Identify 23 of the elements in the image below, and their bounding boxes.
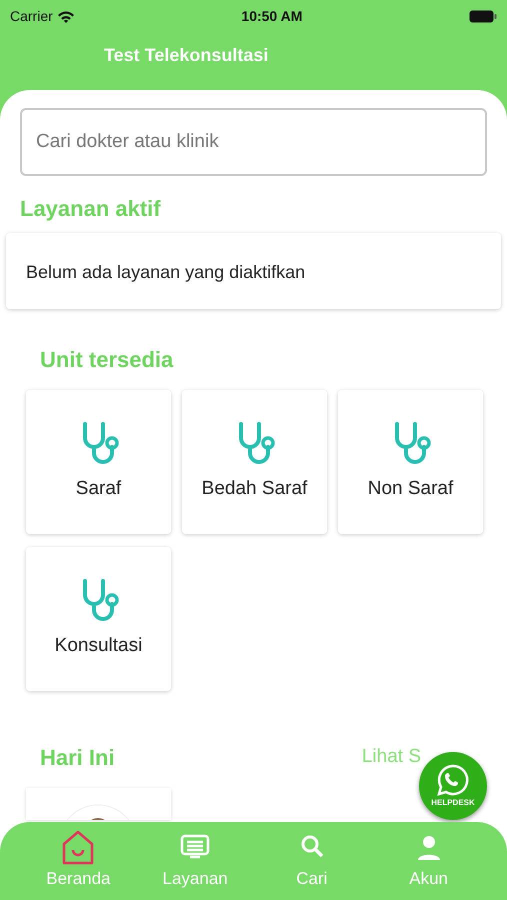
helpdesk-button[interactable]: HELPDESK <box>419 752 487 820</box>
section-title: Layanan aktif <box>20 195 162 223</box>
carrier-label: Carrier <box>10 6 53 26</box>
search-field[interactable]: Cari dokter atau klinik <box>20 108 487 176</box>
unit-card[interactable]: Non Saraf <box>338 390 483 534</box>
tab-button[interactable]: Layanan <box>136 830 254 900</box>
home-icon <box>61 830 96 866</box>
app-title: Test Telekonsultasi <box>104 45 268 65</box>
tab-button[interactable]: Akun <box>370 830 487 900</box>
unit-card[interactable]: Saraf <box>26 390 171 534</box>
chat-phone-icon <box>436 763 470 797</box>
empty-message: Belum ada layanan yang diaktifkan <box>6 233 501 309</box>
tab-button[interactable]: Beranda <box>20 830 137 900</box>
section-title: Hari Ini <box>40 744 115 772</box>
wifi-icon <box>56 10 75 22</box>
battery-icon <box>468 10 497 22</box>
unit-card[interactable]: Konsultasi <box>26 547 171 691</box>
see-all-link[interactable]: Lihat S <box>362 743 421 772</box>
helpdesk-label: HELPDESK <box>431 797 475 809</box>
tab-button[interactable]: Cari <box>254 830 370 900</box>
unit-card[interactable]: Bedah Saraf <box>182 390 327 534</box>
section-title: Unit tersedia <box>40 346 174 374</box>
clock: 10:50 AM <box>241 6 302 26</box>
